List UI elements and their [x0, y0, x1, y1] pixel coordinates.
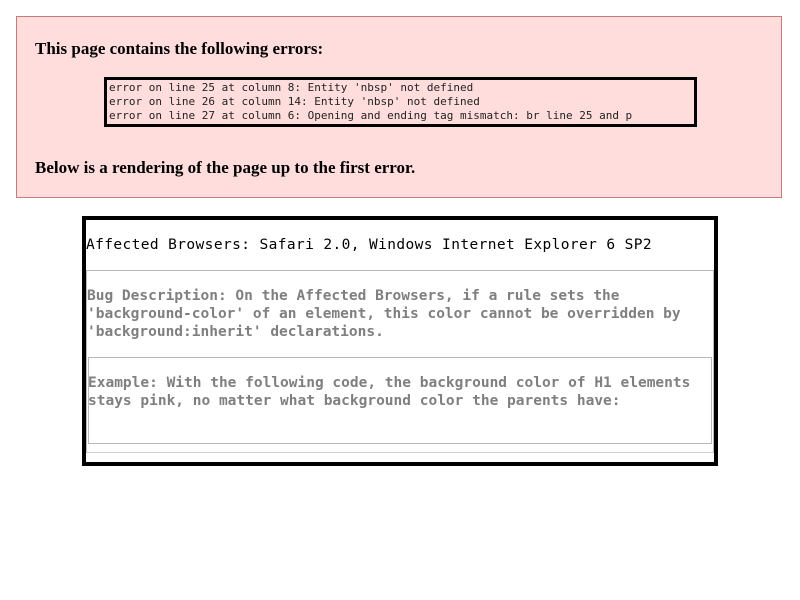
error-line: error on line 27 at column 6: Opening an… [109, 109, 633, 122]
affected-browsers-text: Affected Browsers: Safari 2.0, Windows I… [86, 237, 653, 253]
rendered-content-box: Affected Browsers: Safari 2.0, Windows I… [82, 216, 718, 466]
error-line: error on line 25 at column 8: Entity 'nb… [109, 81, 474, 94]
error-details: error on line 25 at column 8: Entity 'nb… [104, 77, 697, 127]
error-line: error on line 26 at column 14: Entity 'n… [109, 95, 480, 108]
example-text: Example: With the following code, the ba… [88, 375, 691, 409]
render-note: Below is a rendering of the page up to t… [35, 158, 416, 177]
error-heading: This page contains the following errors: [35, 39, 324, 58]
parser-error-box: This page contains the following errors:… [16, 16, 782, 198]
bug-description-text: Bug Description: On the Affected Browser… [87, 288, 681, 340]
